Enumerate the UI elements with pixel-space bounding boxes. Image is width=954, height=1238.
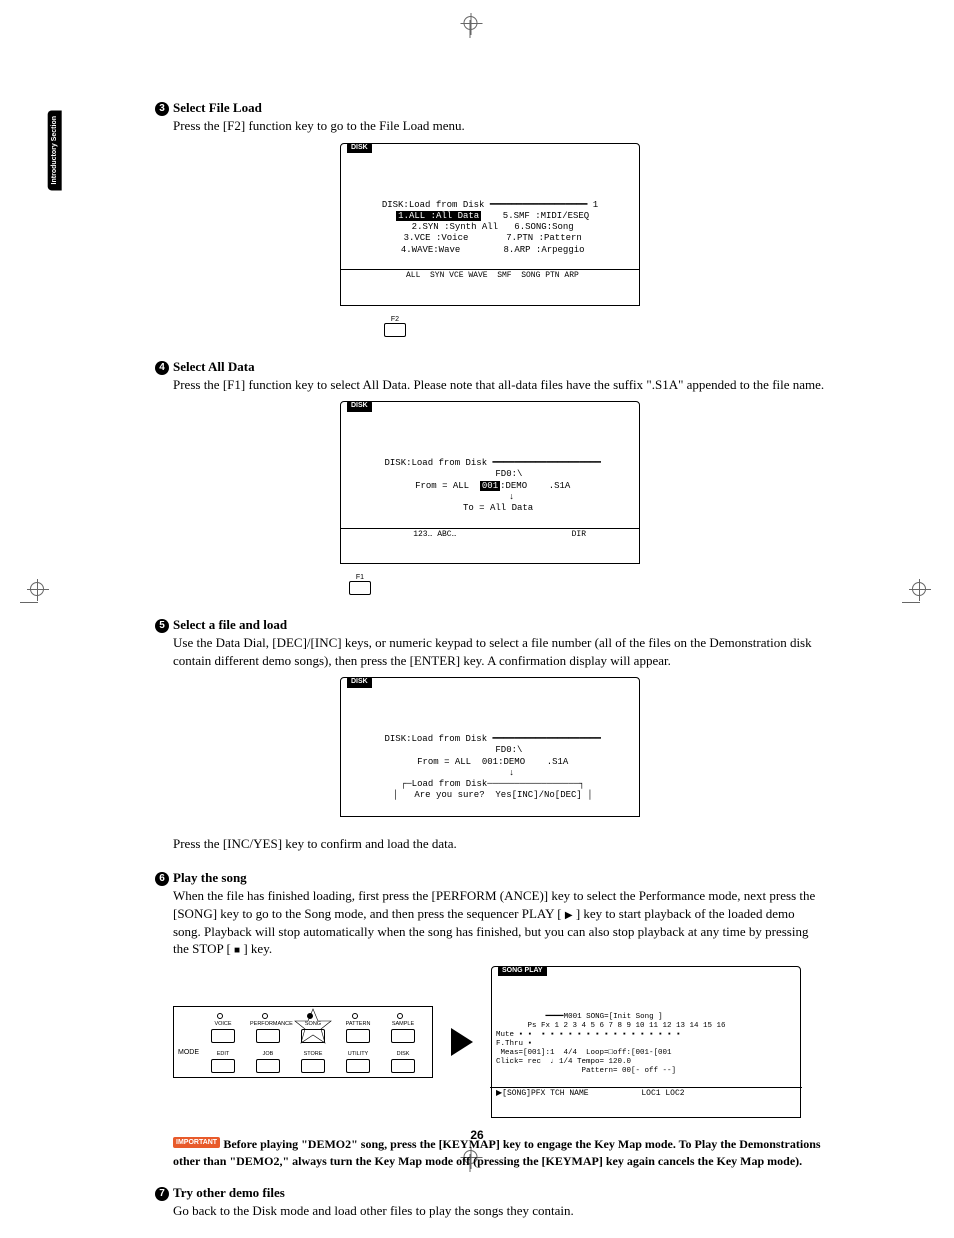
f2-key-icon [384, 323, 406, 337]
mode-panel: MODE VOICE PERFORMANCE SONG PATTERN SAMP… [173, 1006, 433, 1078]
step-4-body: Press the [F1] function key to select Al… [173, 376, 825, 394]
step-7-heading: 7 Try other demo files [155, 1185, 825, 1202]
lcd-line: 4.WAVE:Wave 8.ARP :Arpeggio [395, 245, 584, 255]
f1-key-icon [349, 581, 371, 595]
fkey-indicator: F2 [384, 316, 406, 341]
crop-mark-left [20, 589, 52, 607]
panel-btn-edit: EDIT [205, 1051, 241, 1057]
arrow-right-icon [451, 1028, 473, 1056]
lcd-line: DISK:Load from Disk [379, 458, 487, 468]
lcd-line: Mute ▪ ▪ ▪ ▪ ▪ ▪ ▪ ▪ ▪ ▪ ▪ ▪ ▪ ▪ ▪ ▪ ▪ ▪ [496, 1031, 681, 1039]
lcd-line: From = ALL 001:DEMO .S1A [412, 757, 569, 767]
lcd-line: Meas=[001]:1 4/4 Loop=□off:[001-[001 [496, 1049, 672, 1057]
lcd-line: │ Are you sure? Yes[INC]/No[DEC] │ [387, 790, 592, 800]
lcd-line: From = ALL 001:DEMO .S1A [410, 481, 571, 491]
step-5-number: 5 [155, 619, 169, 633]
play-icon: ▶ [565, 910, 573, 921]
step-4-heading: 4 Select All Data [155, 359, 825, 376]
important-tag: IMPORTANT [173, 1137, 220, 1148]
lcd-line: 2.SYN :Synth All 6.SONG:Song [406, 222, 573, 232]
lcd-song-play: SONG PLAY ━━━━M001 SONG=[Init Song ] Ps … [491, 966, 801, 1119]
lcd-line: Click= rec ♩ 1/4 Tempo= 120.0 [496, 1058, 631, 1066]
step-4-title: Select All Data [173, 359, 255, 374]
step-5-body: Use the Data Dial, [DEC]/[INC] keys, or … [173, 634, 825, 669]
step-7-number: 7 [155, 1187, 169, 1201]
lcd-line: To = All Data [447, 503, 533, 513]
page-content: 3 Select File Load Press the [F2] functio… [155, 100, 825, 1238]
step-4: 4 Select All Data Press the [F1] function… [155, 359, 825, 600]
lcd-file-load: DISK DISK:Load from Disk ━━━━━━━━━━━━━━━… [340, 143, 640, 306]
lcd-line: F.Thru ▪ [496, 1040, 532, 1048]
fkey-indicator: F1 [349, 574, 371, 599]
step-5-title: Select a file and load [173, 617, 287, 632]
step-7-body: Go back to the Disk mode and load other … [173, 1202, 825, 1220]
lcd-footer: 123… ABC… DIR [341, 528, 639, 541]
step-6-title: Play the song [173, 870, 247, 885]
lcd-line: Pattern= 00[- off --] [496, 1067, 676, 1075]
step-3: 3 Select File Load Press the [F2] functio… [155, 100, 825, 341]
step-3-title: Select File Load [173, 100, 262, 115]
f1-label: F1 [349, 574, 371, 581]
crop-mark-top [470, 20, 485, 42]
panel-btn-performance: PERFORMANCE [250, 1021, 286, 1027]
panel-btn-pattern: PATTERN [340, 1021, 376, 1027]
lcd-line: DISK:Load from Disk [379, 734, 487, 744]
lcd-tab: DISK [347, 143, 372, 154]
mode-label: MODE [178, 1049, 199, 1056]
step-5-heading: 5 Select a file and load [155, 617, 825, 634]
panel-btn-disk: DISK [385, 1051, 421, 1057]
panel-btn-song: SONG [295, 1021, 331, 1027]
important-note: IMPORTANT Before playing "DEMO2" song, p… [173, 1136, 825, 1169]
lcd-line: DISK:Load from Disk ━━━━━━━━━━━━━━━━━━ 1 [376, 200, 603, 210]
step-5: 5 Select a file and load Use the Data Dia… [155, 617, 825, 852]
section-tab: Introductory Section [48, 110, 62, 190]
important-text: Before playing "DEMO2" song, press the [… [173, 1137, 821, 1168]
panel-btn-voice: VOICE [205, 1021, 241, 1027]
crop-mark-right [902, 589, 934, 607]
page-number: 26 [470, 1128, 483, 1142]
step-3-heading: 3 Select File Load [155, 100, 825, 117]
lcd-line: Ps Fx 1 2 3 4 5 6 7 8 9 10 11 12 13 14 1… [496, 1022, 726, 1030]
lcd-line: ↓ [466, 768, 515, 778]
step-3-number: 3 [155, 102, 169, 116]
lcd-tab: SONG PLAY [498, 966, 547, 976]
step-5-followup: Press the [INC/YES] key to confirm and l… [173, 835, 825, 853]
step-6-body: When the file has finished loading, firs… [173, 887, 825, 957]
step-6-heading: 6 Play the song [155, 870, 825, 887]
lcd-line: 3.VCE :Voice 7.PTN :Pattern [398, 233, 582, 243]
step-4-number: 4 [155, 361, 169, 375]
panel-btn-job: JOB [250, 1051, 286, 1057]
step-7: 7 Try other demo files Go back to the Dis… [155, 1185, 825, 1220]
lcd-footer: ALL SYN VCE WAVE SMF SONG PTN ARP [341, 269, 639, 282]
step-6-number: 6 [155, 872, 169, 886]
lcd-line: ━━━━M001 SONG=[Init Song ] [496, 1013, 663, 1021]
lcd-all-data: DISK DISK:Load from Disk ━━━━━━━━━━━━━━━… [340, 401, 640, 564]
diagram-row: MODE VOICE PERFORMANCE SONG PATTERN SAMP… [173, 966, 825, 1119]
lcd-footer: ▶[SONG]PFX TCH NAME LOC1 LOC2 [490, 1087, 802, 1100]
f2-label: F2 [384, 316, 406, 323]
lcd-line: FD0:\ [458, 469, 523, 479]
lcd-line: FD0:\ [458, 745, 523, 755]
step-7-title: Try other demo files [173, 1185, 285, 1200]
step-3-body: Press the [F2] function key to go to the… [173, 117, 825, 135]
step-6: 6 Play the song When the file has finishe… [155, 870, 825, 1118]
panel-btn-sample: SAMPLE [385, 1021, 421, 1027]
panel-btn-utility: UTILITY [340, 1051, 376, 1057]
lcd-line: ↓ [466, 492, 515, 502]
panel-btn-store: STORE [295, 1051, 331, 1057]
lcd-tab: DISK [347, 677, 372, 688]
lcd-confirm: DISK DISK:Load from Disk ━━━━━━━━━━━━━━━… [340, 677, 640, 817]
lcd-tab: DISK [347, 401, 372, 412]
lcd-line: ┌─Load from Disk─────────────────┐ [395, 779, 584, 789]
lcd-line: 1.ALL :All Data 5.SMF :MIDI/ESEQ [391, 211, 589, 221]
